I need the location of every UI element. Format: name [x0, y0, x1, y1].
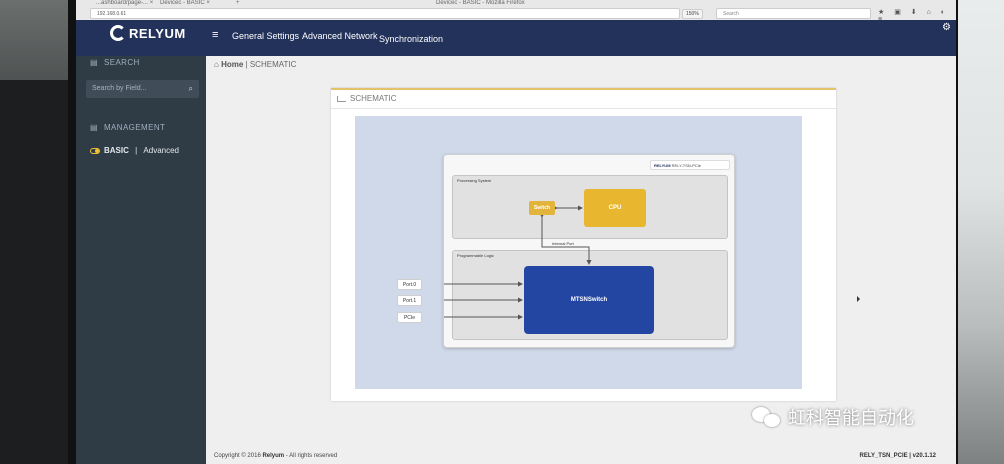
mtsn-sublabel: Switch [587, 296, 608, 303]
url-field[interactable]: 192.168.0.61 [90, 8, 680, 19]
search-placeholder: Search by Field... [92, 85, 147, 92]
panel-title-text: SCHEMATIC [350, 94, 397, 103]
zoom-indicator[interactable]: 150% [682, 9, 703, 19]
firmware-version: RELY_TSN_PCIE | v20.1.12 [859, 453, 937, 459]
cpu-block[interactable]: CPU [584, 189, 646, 227]
hamburger-menu-icon[interactable]: ≡ [212, 29, 218, 41]
browser-tab-active[interactable]: Devicec - BASIC × [160, 0, 210, 8]
mtsn-switch-block[interactable]: MTSN Switch [524, 266, 654, 334]
logo-icon [110, 25, 126, 41]
breadcrumb-current: SCHEMATIC [249, 60, 297, 69]
panel-title: SCHEMATIC [337, 94, 397, 103]
mtsn-label: MTSN [570, 296, 588, 303]
screen: ...ashboard/page-... × Devicec - BASIC ×… [76, 0, 956, 464]
relyum-logo[interactable]: RELYUM [110, 25, 186, 41]
rights-text: - All rights reserved [284, 453, 338, 459]
item-basic[interactable]: BASIC [104, 146, 129, 155]
sidebar-section-management: ▤ MANAGEMENT [90, 123, 165, 132]
footer: Copyright © 2016 Relyum - All rights res… [206, 450, 956, 464]
port-0-block[interactable]: Port.0 [397, 279, 422, 290]
browser-search-input[interactable]: Search [716, 8, 871, 19]
nav-general-settings[interactable]: General Settings [232, 31, 299, 41]
panel-divider [331, 108, 836, 109]
wechat-watermark: 虹科智能自动化 [752, 404, 914, 430]
schematic-panel: SCHEMATIC RELYUM RELY-TSN-PCIe Processin… [331, 88, 836, 401]
window-title: Devicec - BASIC - Mozilla Firefox [436, 0, 525, 6]
copyright-text: Copyright © 2016 [214, 453, 261, 459]
main-content: ⌂ Home | SCHEMATIC SCHEMATIC RELYUM RELY… [206, 56, 956, 464]
nav-synchronization[interactable]: Synchronization [379, 34, 443, 44]
breadcrumb: ⌂ Home | SCHEMATIC [214, 60, 296, 69]
nav-advanced-network[interactable]: Advanced Network [302, 31, 378, 41]
sidebar-section-search: ▤ SEARCH [90, 58, 140, 67]
sidebar-grid-icon: ▤ [90, 123, 98, 132]
footer-copyright: Copyright © 2016 Relyum - All rights res… [214, 453, 337, 459]
section-label: MANAGEMENT [103, 123, 166, 132]
ps-switch-block[interactable]: Switch [529, 201, 555, 215]
browser-tab[interactable]: ...ashboard/page-... × [96, 0, 153, 8]
item-advanced[interactable]: Advanced [143, 146, 179, 155]
wechat-icon [752, 405, 782, 429]
toggle-icon[interactable] [90, 147, 100, 154]
background-monitor [0, 80, 75, 464]
watermark-text: 虹科智能自动化 [788, 408, 914, 428]
sidebar-grid-icon: ▤ [90, 58, 98, 67]
home-icon[interactable]: ⌂ [214, 60, 219, 69]
logo-text: RELYUM [129, 25, 186, 41]
item-separator: | [132, 146, 140, 155]
search-icon[interactable]: ⌕ [189, 84, 193, 94]
company-link[interactable]: Relyum [262, 453, 284, 459]
new-tab-button[interactable]: + [236, 0, 240, 8]
device-diagram: RELYUM RELY-TSN-PCIe Processing System P… [397, 154, 735, 348]
sidebar-item-basic-advanced[interactable]: BASIC | Advanced [90, 146, 179, 155]
chart-icon [337, 95, 346, 102]
app-header: RELYUM ≡ General Settings Advanced Netwo… [76, 20, 956, 56]
port-1-block[interactable]: Port.1 [397, 295, 422, 306]
pcie-port-block[interactable]: PCIe [397, 312, 422, 323]
section-label: SEARCH [103, 58, 140, 67]
field-search-input[interactable]: Search by Field... ⌕ [86, 80, 199, 98]
internal-port-label: Internal Port [552, 241, 574, 246]
gear-icon[interactable]: ⚙ [942, 22, 951, 33]
schematic-canvas: RELYUM RELY-TSN-PCIe Processing System P… [355, 116, 802, 389]
mouse-cursor [857, 296, 860, 302]
sidebar: ▤ SEARCH Search by Field... ⌕ ▤ MANAGEME… [76, 56, 206, 464]
breadcrumb-home[interactable]: Home [221, 60, 243, 69]
